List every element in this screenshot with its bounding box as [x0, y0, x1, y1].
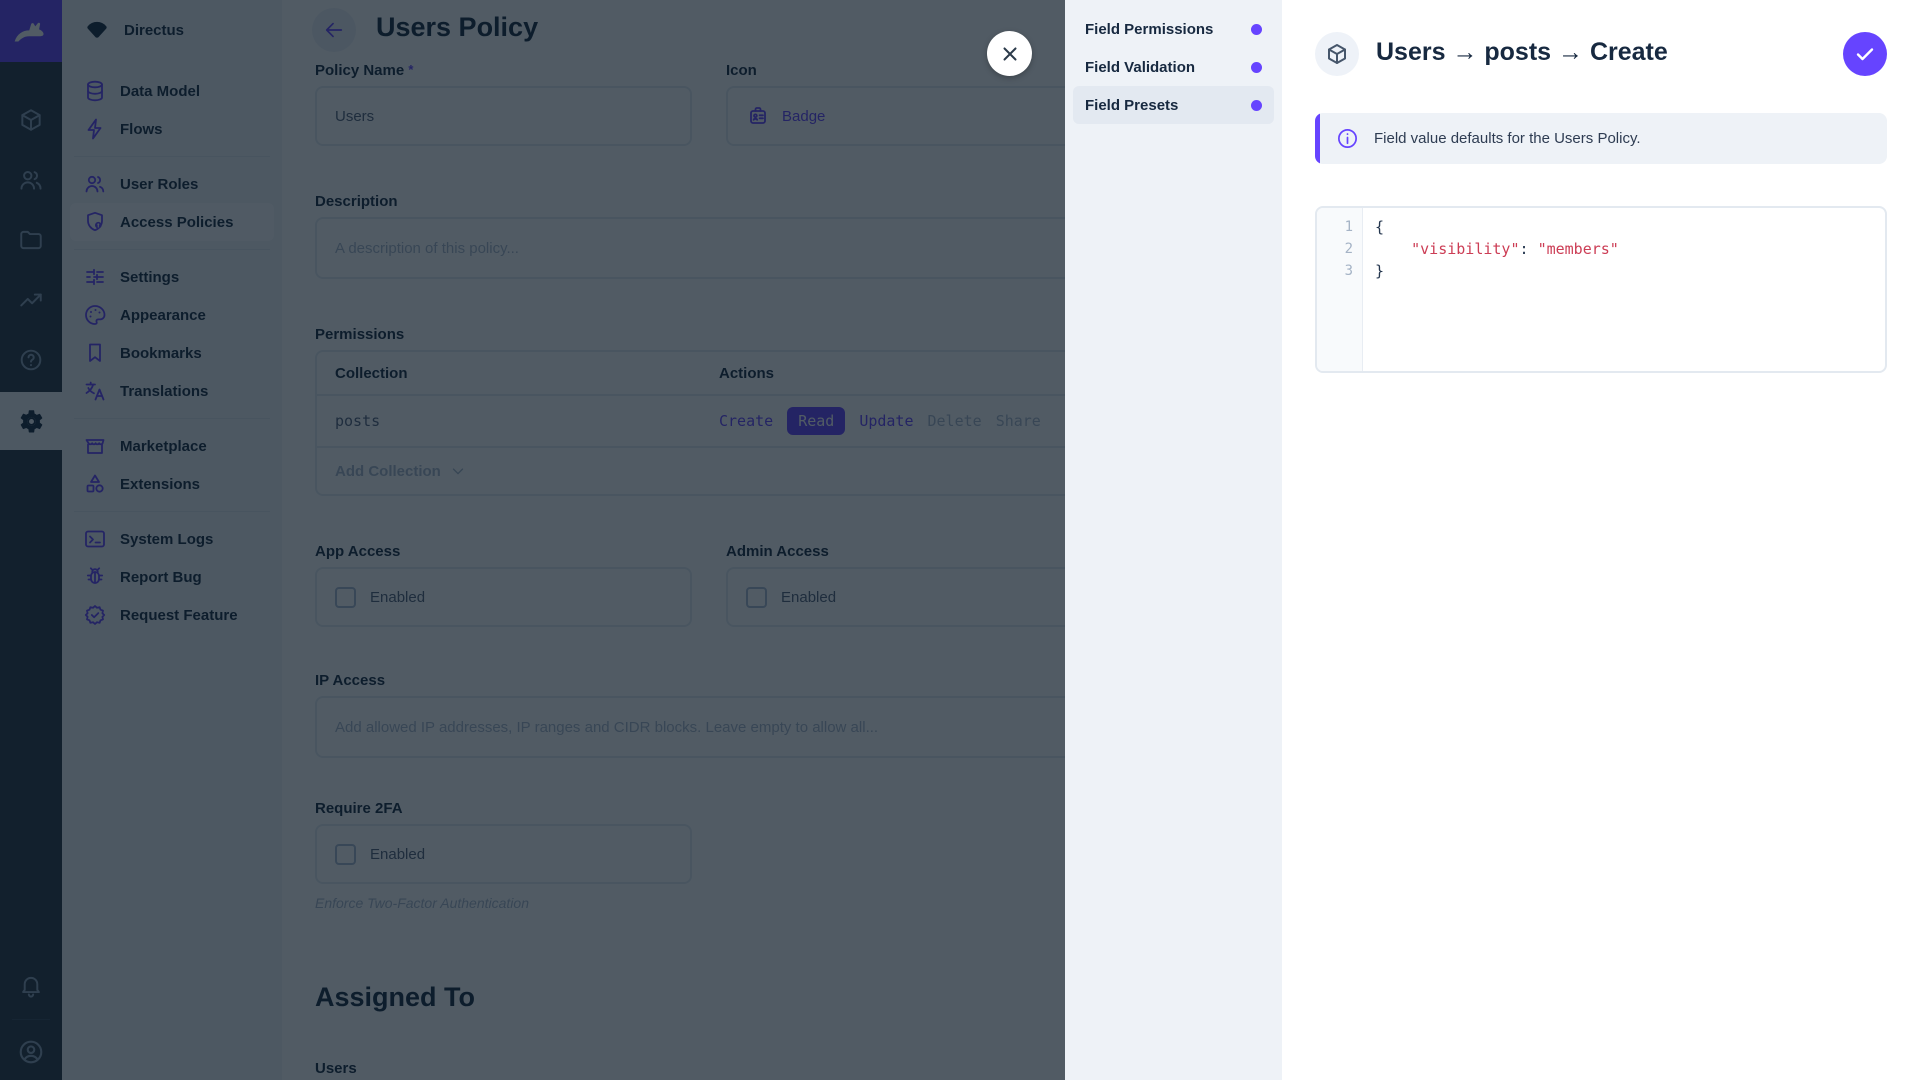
code-line-1: { [1375, 216, 1885, 238]
menu-item-field-validation[interactable]: Field Validation [1073, 48, 1274, 86]
drawer-title: Users → posts → Create [1376, 38, 1668, 67]
presets-code-editor[interactable]: 1 2 3 { "visibility": "members" } [1315, 206, 1887, 373]
line-number: 3 [1317, 260, 1353, 282]
close-drawer-button[interactable] [987, 31, 1032, 76]
close-icon [999, 43, 1021, 65]
code-area[interactable]: { "visibility": "members" } [1363, 208, 1885, 371]
cube-icon [1325, 42, 1349, 66]
line-number: 2 [1317, 238, 1353, 260]
menu-item-field-presets[interactable]: Field Presets [1073, 86, 1274, 124]
modal-overlay[interactable] [0, 0, 1065, 1080]
drawer-header: Users → posts → Create [1282, 0, 1920, 90]
check-icon [1853, 42, 1877, 66]
save-button[interactable] [1843, 32, 1887, 76]
status-dot [1251, 24, 1262, 35]
info-icon [1336, 127, 1359, 150]
drawer-menu: Field Permissions Field Validation Field… [1065, 0, 1282, 1080]
notice-text: Field value defaults for the Users Polic… [1374, 130, 1641, 147]
directus-app: Directus Data Model Flows User Roles Acc… [0, 0, 1920, 1080]
status-dot [1251, 100, 1262, 111]
menu-item-field-permissions[interactable]: Field Permissions [1073, 10, 1274, 48]
notice-accent-bar [1315, 113, 1320, 164]
status-dot [1251, 62, 1262, 73]
drawer-content: Users → posts → Create Field value defau… [1282, 0, 1920, 1080]
info-notice: Field value defaults for the Users Polic… [1315, 113, 1887, 164]
code-line-3: } [1375, 260, 1885, 282]
code-gutter: 1 2 3 [1317, 208, 1363, 371]
drawer-header-avatar [1315, 32, 1359, 76]
code-line-2: "visibility": "members" [1375, 238, 1885, 260]
line-number: 1 [1317, 216, 1353, 238]
